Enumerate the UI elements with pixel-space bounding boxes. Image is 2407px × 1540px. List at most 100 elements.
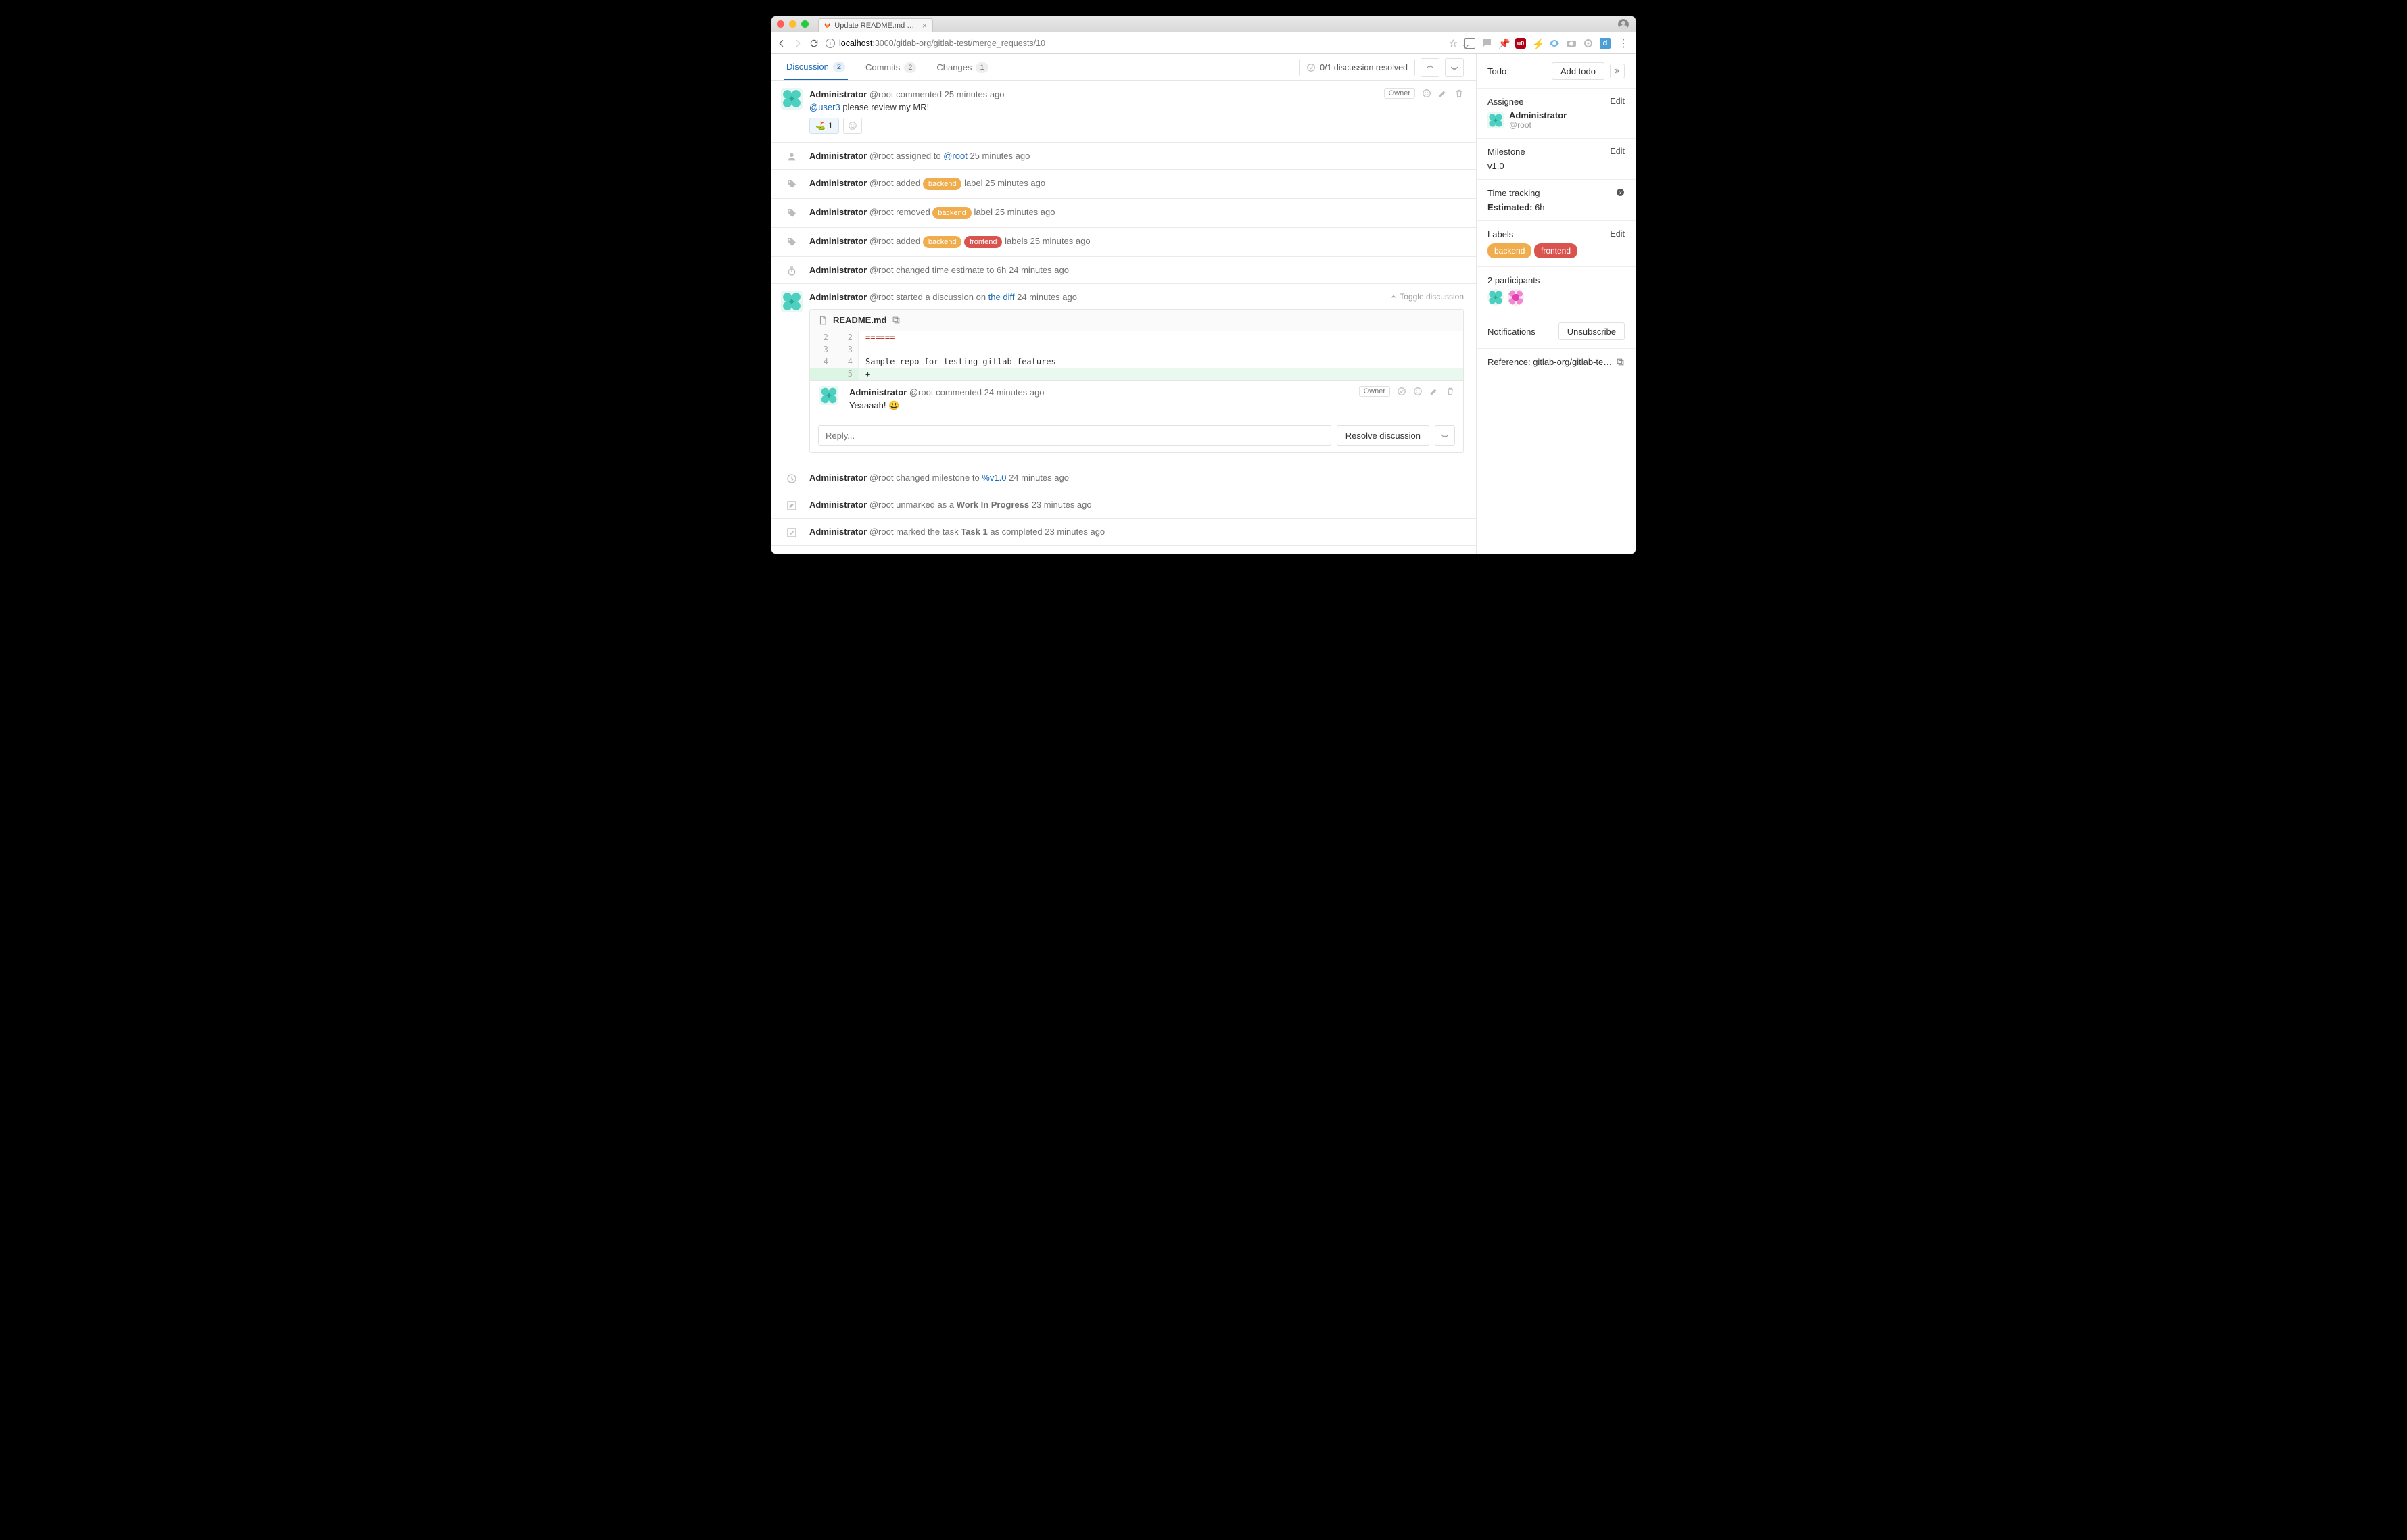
assignee-handle: @root [1509,120,1567,130]
nav-reload-button[interactable] [809,39,819,48]
edit-labels-link[interactable]: Edit [1610,229,1625,239]
sb-reference: Reference: gitlab-org/gitlab-te… [1477,349,1636,375]
browser-tab[interactable]: Update README.md (!10) · Me × [818,18,933,32]
note-header: Administrator @root commented 25 minutes… [809,89,1464,99]
assignee-avatar[interactable] [1487,112,1504,128]
label-pill[interactable]: frontend [964,236,1002,248]
pencil-icon[interactable] [1438,89,1448,98]
nav-back-button[interactable] [777,39,786,48]
jump-next-button[interactable] [1435,425,1455,446]
prev-discussion-button[interactable] [1421,58,1439,77]
extension-row: 📌 u0 ⚡ d ⋮ [1464,37,1630,50]
label-pill[interactable]: frontend [1534,243,1577,258]
site-info-icon[interactable]: i [826,39,835,48]
ext-chat-icon[interactable] [1481,38,1492,49]
check-circle-icon[interactable] [1397,387,1406,396]
sb-notif-title: Notifications [1487,327,1535,337]
tab-commits[interactable]: Commits 2 [863,54,919,80]
reply-input[interactable] [818,425,1331,446]
trash-icon[interactable] [1454,89,1464,98]
svg-text:?: ? [1619,189,1622,195]
collapse-sidebar-button[interactable] [1610,64,1625,78]
chrome-menu-icon[interactable]: ⋮ [1617,37,1630,50]
ext-lightning-icon[interactable]: ⚡ [1532,38,1543,49]
sb-assignee-title: Assignee [1487,97,1625,107]
ext-gear-icon[interactable] [1583,38,1594,49]
participant-avatar[interactable] [1487,289,1504,306]
resolved-text: 0/1 discussion resolved [1320,63,1408,72]
label-pill[interactable]: backend [1487,243,1531,258]
reply-row: Resolve discussion [810,418,1463,452]
toggle-discussion-button[interactable]: Toggle discussion [1390,292,1464,302]
milestone-link[interactable]: %v1.0 [982,473,1006,483]
assignee-link[interactable]: @root [943,151,968,161]
tab-changes[interactable]: Changes 1 [934,54,991,80]
emoji-icon[interactable] [1422,89,1431,98]
emoji-icon[interactable] [1413,387,1423,396]
check-square-icon [786,527,797,538]
sb-milestone: Edit Milestone v1.0 [1477,139,1636,180]
traffic-zoom[interactable] [801,20,809,28]
diff-link[interactable]: the diff [988,292,1015,302]
sb-todo: Todo Add todo [1477,54,1636,89]
avatar[interactable] [819,386,838,405]
participant-avatar[interactable] [1508,289,1524,306]
ext-eye-icon[interactable] [1549,38,1560,49]
tab-close-icon[interactable]: × [922,21,927,30]
diff-filename: README.md [833,315,886,325]
system-note-unmark-wip: Administrator @root unmarked as a Work I… [771,491,1476,518]
label-pill[interactable]: backend [923,178,962,190]
gitlab-favicon [824,22,830,30]
tag-icon [786,178,797,189]
system-note-time-estimate: Administrator @root changed time estimat… [771,256,1476,283]
milestone-value[interactable]: v1.0 [1487,161,1625,171]
pencil-square-icon [786,500,797,511]
reaction-chip[interactable]: ⛳1 [809,118,839,134]
unsubscribe-button[interactable]: Unsubscribe [1558,322,1625,340]
tab-discussion[interactable]: Discussion 2 [784,54,848,80]
chrome-profile-icon[interactable] [1618,19,1629,30]
avatar[interactable] [781,291,803,312]
tab-changes-count: 1 [976,62,988,73]
time-tracking-help-icon[interactable]: ? [1616,188,1625,197]
next-discussion-button[interactable] [1445,58,1464,77]
file-icon [818,316,828,325]
diff-lines: 22====== 33 44Sample repo for testing gi… [810,331,1463,380]
owner-badge: Owner [1359,386,1390,397]
sb-notifications: Notifications Unsubscribe [1477,314,1636,349]
star-icon[interactable]: ☆ [1449,37,1458,49]
system-note-milestone: Administrator @root changed milestone to… [771,464,1476,491]
copy-reference-icon[interactable] [1616,358,1625,366]
traffic-minimize[interactable] [789,20,796,28]
trash-icon[interactable] [1446,387,1455,396]
avatar[interactable] [781,88,803,110]
traffic-close[interactable] [777,20,784,28]
ext-camera-icon[interactable] [1566,38,1577,49]
label-pill[interactable]: backend [923,236,962,248]
address-bar[interactable]: i localhost:3000/gitlab-org/gitlab-test/… [826,39,1442,48]
inline-comment-body: Yeaaaah! 😃 [849,400,1454,411]
ext-d-icon[interactable]: d [1600,38,1611,49]
tag-icon [786,237,797,247]
system-note-commit-added: Administrator @root added 1 commit 22 mi… [771,545,1476,554]
add-todo-button[interactable]: Add todo [1552,62,1604,80]
inline-comment: Owner Administrator @root commented 24 m… [810,380,1463,418]
tab-changes-label: Changes [936,62,972,72]
ext-cast-icon[interactable] [1464,38,1475,49]
edit-milestone-link[interactable]: Edit [1610,147,1625,156]
add-reaction-button[interactable] [843,118,862,134]
system-note-label-added: Administrator @root added backend label … [771,169,1476,198]
discussions-resolved-indicator: 0/1 discussion resolved [1299,59,1415,76]
diff-container: README.md 22====== 33 44Sample repo for … [809,309,1464,453]
ext-pushpin-icon[interactable]: 📌 [1498,38,1509,49]
label-pill[interactable]: backend [932,207,972,219]
system-note-labels-added: Administrator @root added backend fronte… [771,227,1476,256]
copy-path-icon[interactable] [892,316,901,324]
sb-milestone-title: Milestone [1487,147,1625,157]
pencil-icon[interactable] [1429,387,1439,396]
user-mention[interactable]: @user3 [809,102,840,112]
assignee-name[interactable]: Administrator [1509,111,1567,120]
edit-assignee-link[interactable]: Edit [1610,97,1625,106]
ext-ublock-icon[interactable]: u0 [1515,38,1526,49]
resolve-discussion-button[interactable]: Resolve discussion [1337,425,1429,446]
